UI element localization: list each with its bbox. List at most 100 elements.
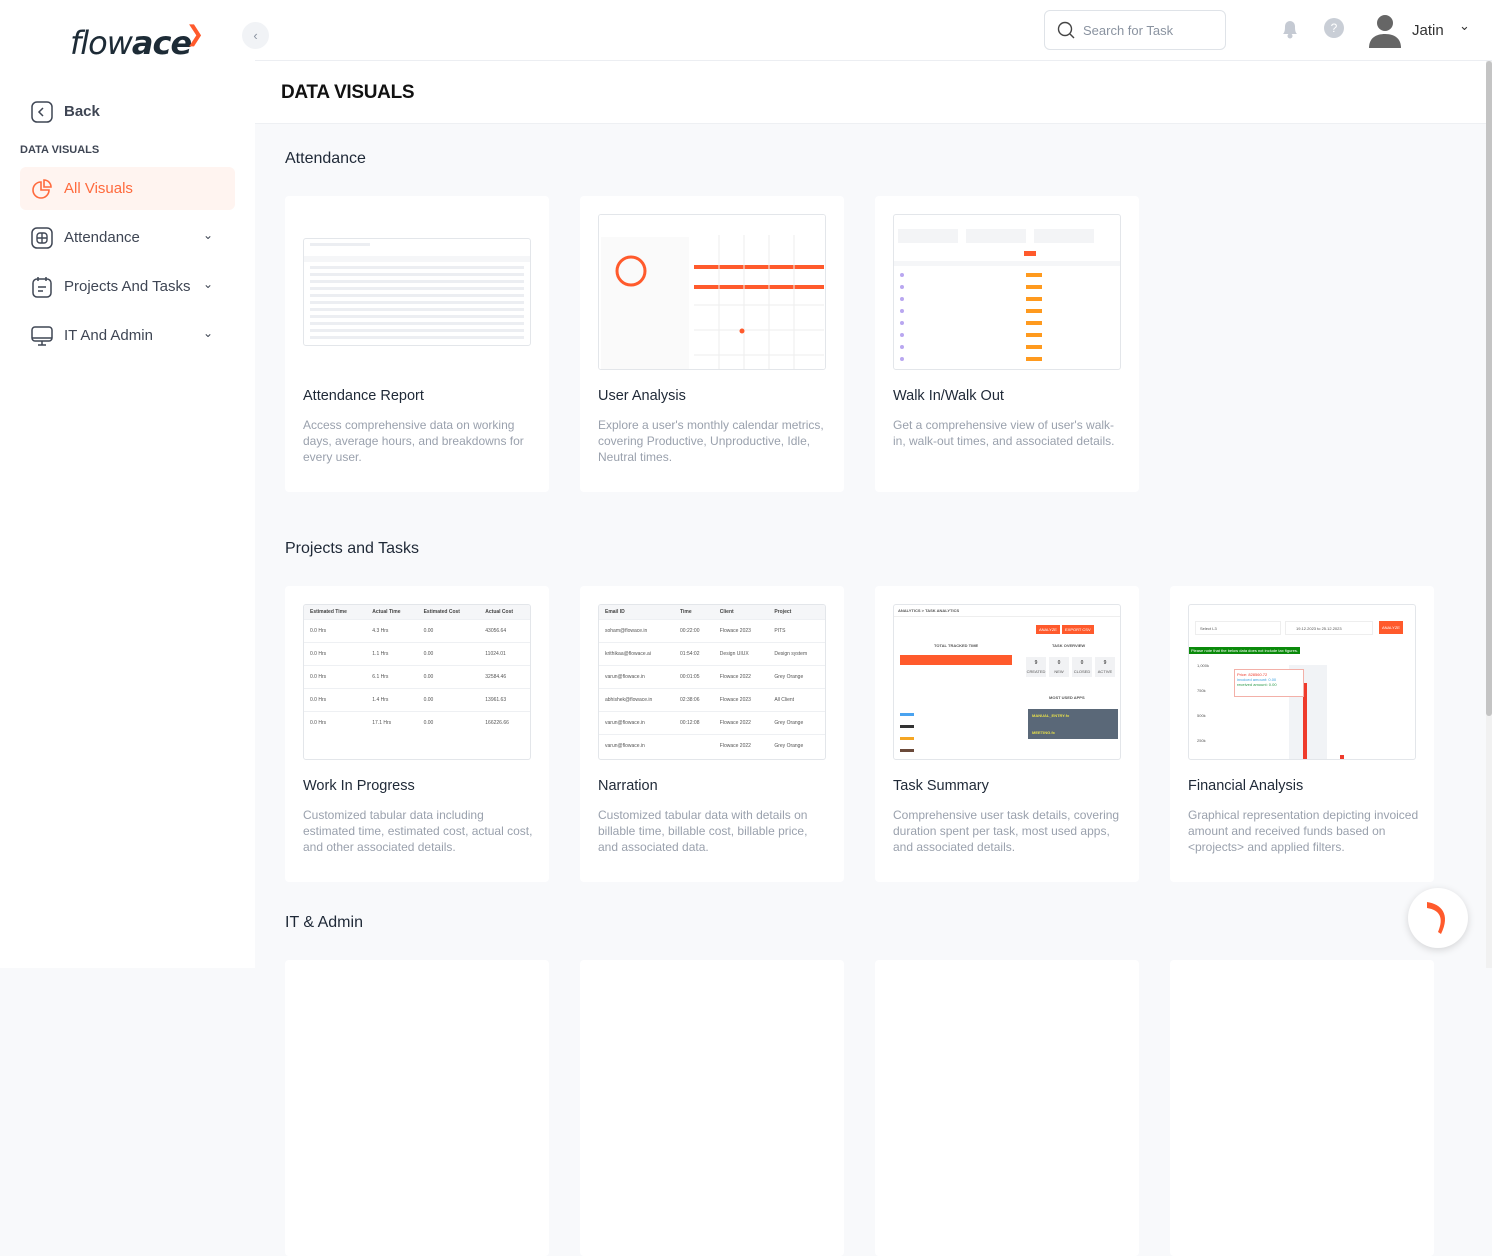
card-it-admin-4[interactable]	[1170, 960, 1434, 1256]
table-cell: 0.00	[417, 688, 480, 712]
table-cell	[674, 734, 714, 757]
sidebar-section-label: DATA VISUALS	[20, 144, 100, 156]
flowace-logo-icon	[1427, 902, 1446, 934]
card-financial-analysis[interactable]: Select L3 19.12.2023 to 25.12.2023 ANALY…	[1170, 586, 1434, 882]
sidebar-item-attendance[interactable]: Attendance ⌄	[20, 216, 235, 259]
pie-chart-icon	[30, 177, 54, 201]
table-cell: Flowace 2023	[713, 619, 769, 643]
card-description: Explore a user's monthly calendar metric…	[598, 418, 824, 464]
table-cell: varun@flowace.in	[599, 711, 675, 735]
bell-icon[interactable]	[1280, 18, 1300, 45]
card-description: Get a comprehensive view of user's walk-…	[893, 418, 1115, 448]
card-task-summary[interactable]: ANALYTICS > TASK ANALYTICS ANALYZE EXPOR…	[875, 586, 1139, 882]
back-button[interactable]: Back	[20, 90, 235, 133]
column-header: Actual Cost	[479, 605, 530, 620]
thumbnail-task-summary: ANALYTICS > TASK ANALYTICS ANALYZE EXPOR…	[893, 604, 1121, 760]
thumbnail-walk-in-walk-out	[893, 214, 1121, 370]
table-cell: 0.0 Hrs	[304, 642, 367, 666]
table-cell: 4.3 Hrs	[366, 619, 418, 643]
card-title: Work In Progress	[303, 778, 415, 794]
task-stat: 0 CLOSED	[1072, 657, 1092, 677]
table-row: 0.0 Hrs 1.1 Hrs 0.00 11024.01	[304, 642, 530, 666]
table-row: varun@flowace.in 00:01:05 Flowace 2022 Grey…	[599, 665, 825, 689]
sidebar: flowace ❯ Back DATA VISUALS All Visuals A…	[0, 0, 255, 968]
card-title: Walk In/Walk Out	[893, 388, 1004, 404]
column-header: Client	[713, 605, 769, 620]
table-cell: 166226.66	[479, 711, 530, 734]
thumbnail-work-in-progress: Estimated Time Actual Time Estimated Cost A…	[303, 604, 531, 760]
table-cell: 0.0 Hrs	[304, 665, 367, 689]
table-cell: 6.1 Hrs	[366, 665, 418, 689]
table-row: abhishek@flowace.in 02:38:06 Flowace 2023 A…	[599, 688, 825, 712]
table-cell: All Client	[768, 688, 825, 712]
flowace-assistant-button[interactable]	[1408, 888, 1468, 948]
table-cell: 0.0 Hrs	[304, 711, 367, 734]
table-row: 0.0 Hrs 17.1 Hrs 0.00 166226.66	[304, 711, 530, 734]
scrollbar-thumb[interactable]	[1486, 61, 1492, 716]
search-box[interactable]	[1044, 10, 1226, 50]
card-user-analysis[interactable]: User Analysis Explore a user's monthly c…	[580, 196, 844, 492]
sidebar-item-it-and-admin[interactable]: IT And Admin ⌄	[20, 314, 235, 357]
table-cell: 0.00	[417, 619, 480, 643]
section-heading-projects-and-tasks: Projects and Tasks	[285, 540, 419, 557]
card-description: Customized tabular data with details on …	[598, 808, 808, 854]
task-stat: 0 NEW	[1049, 657, 1069, 677]
table-cell: 1.1 Hrs	[366, 642, 418, 666]
table-cell: 00:01:05	[674, 665, 714, 689]
card-title: Task Summary	[893, 778, 989, 794]
card-description: Graphical representation depicting invoi…	[1188, 808, 1419, 854]
table-cell: Design system	[768, 642, 825, 666]
help-icon[interactable]: ?	[1324, 18, 1344, 38]
table-cell: Flowace 2022	[713, 734, 769, 757]
chevron-down-icon: ⌄	[202, 228, 213, 242]
card-it-admin-2[interactable]	[580, 960, 844, 1256]
table-cell: PITS	[768, 619, 825, 643]
chevron-down-icon: ⌄	[202, 326, 213, 340]
table-row: 0.0 Hrs 4.3 Hrs 0.00 43056.64	[304, 619, 530, 643]
user-name[interactable]: Jatin	[1412, 22, 1444, 39]
card-description: Customized tabular data including estima…	[303, 808, 533, 854]
table-cell: Grey Orange	[768, 734, 825, 757]
table-row: soham@flowace.in 00:22:00 Flowace 2023 PITS	[599, 619, 825, 643]
card-attendance-report[interactable]: Attendance Report Access comprehensive d…	[285, 196, 549, 492]
grid-icon	[30, 226, 54, 250]
sidebar-item-projects-and-tasks[interactable]: Projects And Tasks ⌄	[20, 265, 235, 308]
back-icon	[30, 100, 54, 124]
card-it-admin-1[interactable]	[285, 960, 549, 1256]
avatar[interactable]	[1368, 12, 1402, 53]
card-title: Financial Analysis	[1188, 778, 1304, 794]
task-stat: 9 CREATED	[1026, 657, 1046, 677]
task-stat: 9 ACTIVE	[1095, 657, 1115, 677]
top-bar	[255, 0, 1492, 61]
card-title: User Analysis	[598, 388, 686, 404]
card-description: Access comprehensive data on working day…	[303, 418, 524, 464]
table-cell: 32584.46	[479, 665, 530, 689]
table-cell: 11024.01	[479, 642, 530, 666]
table-row: 0.0 Hrs 6.1 Hrs 0.00 32584.46	[304, 665, 530, 689]
table-cell: Flowace 2022	[713, 665, 769, 689]
column-header: Time	[674, 605, 714, 620]
card-description: Comprehensive user task details, coverin…	[893, 808, 1120, 854]
clipboard-icon	[30, 275, 54, 299]
card-narration[interactable]: Email ID Time Client Project soham@flowace.i…	[580, 586, 844, 882]
table-cell: 0.00	[417, 642, 480, 666]
table-cell: abhishek@flowace.in	[599, 688, 675, 712]
table-cell: 0.0 Hrs	[304, 688, 367, 712]
scrollbar[interactable]	[1486, 61, 1492, 968]
card-work-in-progress[interactable]: Estimated Time Actual Time Estimated Cost A…	[285, 586, 549, 882]
table-cell: 00:22:00	[674, 619, 714, 643]
thumbnail-narration: Email ID Time Client Project soham@flowace.i…	[598, 604, 826, 760]
user-menu-chevron-icon[interactable]: ⌄	[1459, 18, 1470, 34]
card-title: Attendance Report	[303, 388, 424, 404]
sidebar-item-all-visuals[interactable]: All Visuals	[20, 167, 235, 210]
card-walk-in-walk-out[interactable]: Walk In/Walk Out Get a comprehensive vie…	[875, 196, 1139, 492]
collapse-sidebar-button[interactable]: ‹	[242, 22, 269, 49]
card-it-admin-3[interactable]	[875, 960, 1139, 1256]
search-input[interactable]	[1083, 22, 1203, 38]
table-row: krithikaa@flowace.ai 01:54:02 Design UIUX D…	[599, 642, 825, 666]
title-bar: DATA VISUALS	[255, 61, 1486, 124]
thumbnail-user-analysis	[598, 214, 826, 370]
table-cell: 17.1 Hrs	[366, 711, 418, 734]
column-header: Actual Time	[366, 605, 418, 620]
table-cell: varun@flowace.in	[599, 665, 675, 689]
